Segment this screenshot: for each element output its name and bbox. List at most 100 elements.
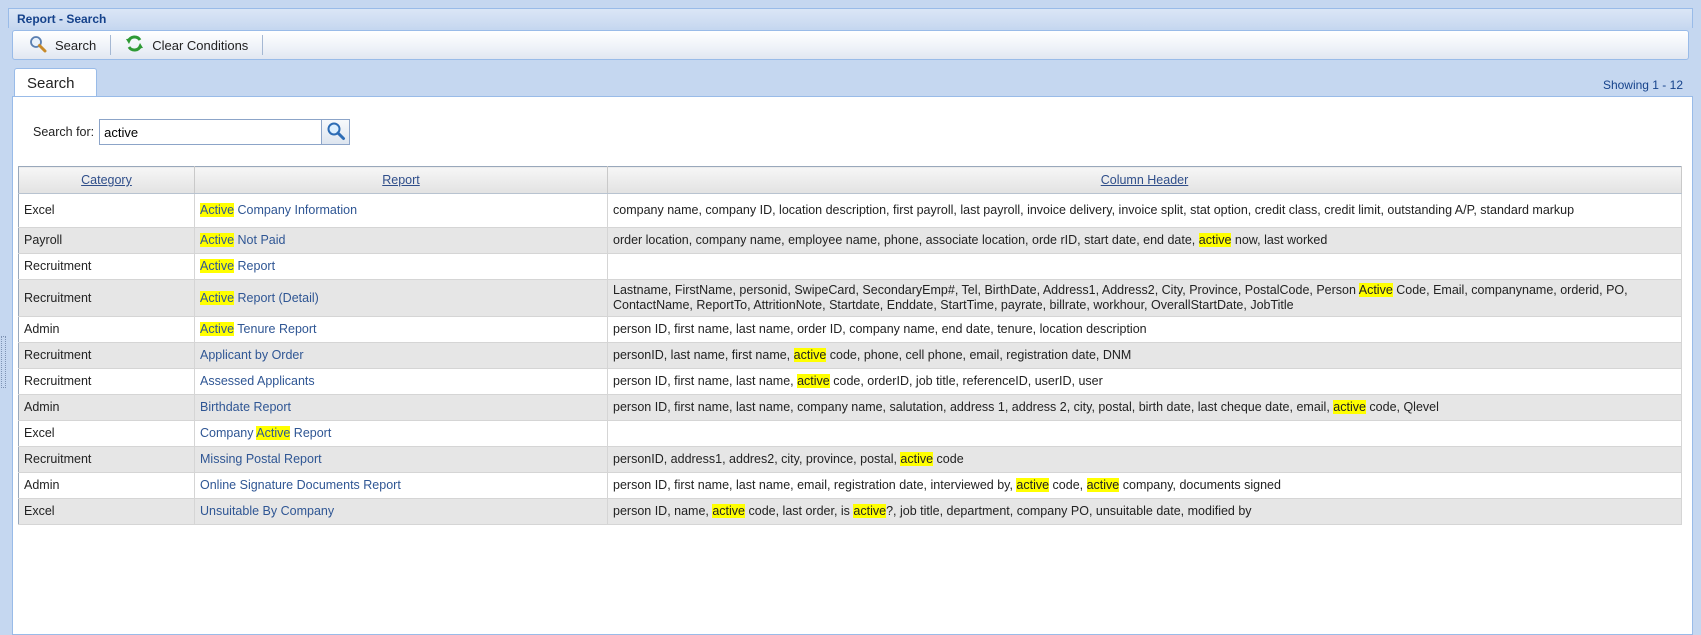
sort-category-link[interactable]: Category	[81, 173, 132, 187]
column-header-cell: Lastname, FirstName, personid, SwipeCard…	[607, 279, 1682, 317]
clear-conditions-label: Clear Conditions	[152, 37, 249, 53]
category-cell: Recruitment	[18, 279, 195, 317]
search-highlight: active	[1198, 233, 1232, 247]
column-header-category[interactable]: Category	[18, 166, 195, 194]
search-highlight: Active	[200, 322, 235, 336]
column-header-cell: person ID, first name, last name, email,…	[607, 472, 1682, 499]
report-link[interactable]: Active Company Information	[200, 203, 357, 217]
category-cell: Excel	[18, 498, 195, 525]
search-highlight: active	[900, 452, 934, 466]
category-cell: Admin	[18, 472, 195, 499]
table-row[interactable]: Recruitment Active Report (Detail) Lastnam…	[18, 279, 1682, 317]
column-header-cell: person ID, name, active code, last order…	[607, 498, 1682, 525]
report-link[interactable]: Assessed Applicants	[200, 374, 315, 388]
tab-strip: Search Showing 1 - 12	[12, 68, 1689, 96]
grid-header-row: Category Report Column Header	[18, 166, 1682, 194]
search-panel: Search for: Category Report Column Heade…	[12, 96, 1693, 635]
table-row[interactable]: Excel Unsuitable By Company person ID, nam…	[18, 498, 1682, 525]
category-cell: Admin	[18, 316, 195, 343]
search-label: Search for:	[33, 125, 95, 139]
category-cell: Recruitment	[18, 446, 195, 473]
category-cell: Excel	[18, 193, 195, 228]
report-link[interactable]: Active Report	[200, 259, 275, 273]
magnifier-icon	[326, 121, 346, 144]
column-header-cell	[607, 420, 1682, 447]
search-highlight: Active	[256, 426, 291, 440]
report-link[interactable]: Active Tenure Report	[200, 322, 317, 336]
search-highlight: Active	[200, 203, 235, 217]
category-cell: Recruitment	[18, 253, 195, 280]
sort-report-link[interactable]: Report	[382, 173, 420, 187]
search-button-label: Search	[55, 37, 97, 53]
search-highlight: active	[793, 348, 827, 362]
search-highlight: active	[712, 504, 746, 518]
search-highlight: Active	[1358, 283, 1393, 297]
table-row[interactable]: Admin Active Tenure Report person ID, firs…	[18, 316, 1682, 343]
report-link[interactable]: Applicant by Order	[200, 348, 304, 362]
search-highlight: Active	[200, 290, 235, 305]
search-highlight: Active	[200, 259, 235, 273]
report-link[interactable]: Company Active Report	[200, 426, 331, 440]
table-row[interactable]: Excel Company Active Report	[18, 420, 1682, 447]
toolbar-separator	[262, 35, 264, 55]
report-cell: Active Report	[194, 253, 608, 280]
report-link[interactable]: Online Signature Documents Report	[200, 478, 401, 492]
column-header-cell: order location, company name, employee n…	[607, 227, 1682, 254]
report-link[interactable]: Active Report (Detail)	[200, 290, 319, 305]
category-cell: Recruitment	[18, 342, 195, 369]
report-link[interactable]: Missing Postal Report	[200, 452, 322, 466]
table-row[interactable]: Excel Active Company Information company n…	[18, 193, 1682, 228]
search-highlight: Active	[200, 233, 235, 247]
table-row[interactable]: Recruitment Active Report	[18, 253, 1682, 280]
search-input[interactable]	[99, 119, 322, 145]
column-header-cell: person ID, first name, last name, compan…	[607, 394, 1682, 421]
search-highlight: active	[1016, 478, 1050, 492]
report-cell: Company Active Report	[194, 420, 608, 447]
search-highlight: active	[1086, 478, 1120, 492]
splitter-handle[interactable]	[1, 336, 6, 388]
magnifier-icon	[29, 35, 47, 56]
report-cell: Online Signature Documents Report	[194, 472, 608, 499]
search-highlight: active	[797, 374, 830, 388]
column-header-cell: personID, address1, addres2, city, provi…	[607, 446, 1682, 473]
report-cell: Unsuitable By Company	[194, 498, 608, 525]
toolbar: Search Clear Conditions	[12, 30, 1689, 60]
toolbar-separator	[110, 35, 112, 55]
column-header-cell: person ID, first name, last name, order …	[607, 316, 1682, 343]
sort-column-header-link[interactable]: Column Header	[1101, 173, 1189, 187]
report-cell: Applicant by Order	[194, 342, 608, 369]
table-row[interactable]: Recruitment Applicant by Order personID, l…	[18, 342, 1682, 369]
report-cell: Active Tenure Report	[194, 316, 608, 343]
table-row[interactable]: Recruitment Missing Postal Report personID…	[18, 446, 1682, 473]
table-row[interactable]: Recruitment Assessed Applicants person ID,…	[18, 368, 1682, 395]
window-title: Report - Search	[8, 8, 1693, 28]
category-cell: Admin	[18, 394, 195, 421]
table-row[interactable]: Payroll Active Not Paid order location, co…	[18, 227, 1682, 254]
paging-status: Showing 1 - 12	[1602, 78, 1683, 92]
tab-search[interactable]: Search	[14, 68, 97, 96]
report-cell: Assessed Applicants	[194, 368, 608, 395]
column-header-cell: personID, last name, first name, active …	[607, 342, 1682, 369]
column-header-column-header[interactable]: Column Header	[607, 166, 1682, 194]
report-cell: Missing Postal Report	[194, 446, 608, 473]
search-highlight: active	[1333, 400, 1366, 414]
column-header-report[interactable]: Report	[194, 166, 608, 194]
report-cell: Active Report (Detail)	[194, 279, 608, 317]
report-link[interactable]: Unsuitable By Company	[200, 504, 334, 518]
results-grid: Category Report Column Header Excel Activ…	[18, 166, 1682, 525]
table-row[interactable]: Admin Online Signature Documents Report pe…	[18, 472, 1682, 499]
search-button[interactable]: Search	[21, 33, 104, 57]
report-link[interactable]: Active Not Paid	[200, 233, 285, 247]
column-header-cell	[607, 253, 1682, 280]
search-submit-button[interactable]	[321, 119, 351, 145]
category-cell: Recruitment	[18, 368, 195, 395]
column-header-cell: person ID, first name, last name, active…	[607, 368, 1682, 395]
report-link[interactable]: Birthdate Report	[200, 400, 291, 414]
search-row: Search for:	[33, 119, 351, 145]
grid-body: Excel Active Company Information company n…	[18, 193, 1682, 525]
table-row[interactable]: Admin Birthdate Report person ID, first na…	[18, 394, 1682, 421]
report-cell: Birthdate Report	[194, 394, 608, 421]
category-cell: Excel	[18, 420, 195, 447]
clear-conditions-button[interactable]: Clear Conditions	[117, 33, 256, 57]
refresh-icon	[125, 34, 144, 56]
